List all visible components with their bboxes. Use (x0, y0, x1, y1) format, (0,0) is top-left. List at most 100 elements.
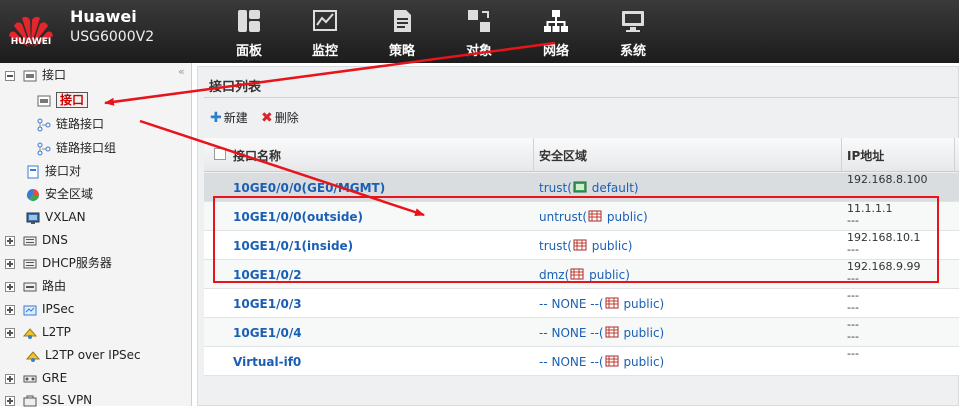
collapse-toggle-icon[interactable] (5, 70, 15, 81)
sidebar-item-label: SSL VPN (42, 393, 93, 407)
nav-dashboard[interactable]: 面板 (217, 8, 281, 60)
ip-address-cell: --- --- (847, 290, 859, 314)
sidebar-item-label: 安全区域 (45, 187, 94, 201)
interface-name-link[interactable]: 10GE1/0/3 (233, 297, 302, 311)
sidebar-item-ipsec[interactable]: IPSec (5, 298, 74, 321)
column-separator (841, 138, 842, 172)
column-header-interface-name[interactable]: 接口名称 (233, 147, 281, 164)
expand-toggle-icon[interactable] (5, 373, 15, 384)
nav-policy[interactable]: 策略 (370, 8, 434, 60)
vxlan-icon (26, 212, 40, 224)
nav-system[interactable]: 系统 (601, 8, 665, 60)
nav-label: 面板 (235, 44, 262, 59)
nav-label: 监控 (311, 44, 338, 59)
sidebar-item-l2tp-over-ipsec[interactable]: L2TP over IPSec (26, 344, 141, 367)
logo-text: HUAWEI (10, 37, 52, 47)
vsys-name: public) (619, 326, 665, 340)
sidebar-item-l2tp[interactable]: L2TP (5, 321, 71, 344)
expand-toggle-icon[interactable] (5, 304, 15, 315)
table-header: 接口名称 安全区域 IP地址 (204, 138, 959, 172)
table-row[interactable]: 10GE1/0/3 -- NONE --( public) --- --- (204, 289, 959, 318)
sidebar-item-vxlan[interactable]: VXLAN (26, 206, 86, 229)
sidebar-item-label: 接口对 (45, 164, 82, 178)
expand-toggle-icon[interactable] (5, 281, 15, 292)
security-zone-cell[interactable]: untrust( public) (539, 210, 648, 224)
security-zone-cell[interactable]: -- NONE --( public) (539, 355, 664, 369)
sidebar-item-security-zone[interactable]: 安全区域 (26, 183, 93, 206)
ip-line: 192.168.8.100 (847, 173, 928, 186)
zone-green-icon (573, 181, 587, 193)
security-zone-cell[interactable]: -- NONE --( public) (539, 326, 664, 340)
delete-icon: ✖ (261, 110, 273, 126)
interface-name-link[interactable]: 10GE1/0/2 (233, 268, 302, 282)
table-row[interactable]: 10GE0/0/0(GE0/MGMT) trust( default) 192.… (204, 173, 959, 202)
interface-name-link[interactable]: 10GE1/0/4 (233, 326, 302, 340)
sidebar-item-dhcp[interactable]: DHCP服务器 (5, 252, 112, 275)
column-header-ip-address[interactable]: IP地址 (847, 147, 884, 164)
vsys-name: public) (603, 210, 648, 224)
delete-button[interactable]: ✖ 删除 (261, 109, 299, 126)
zone-name: untrust( (539, 210, 588, 224)
select-all-checkbox[interactable] (214, 148, 226, 160)
ip-line: --- (847, 347, 859, 360)
sslvpn-icon (23, 395, 37, 406)
interface-name-link[interactable]: 10GE0/0/0(GE0/MGMT) (233, 181, 385, 195)
zone-name: -- NONE --( (539, 297, 604, 311)
link-group-icon (37, 142, 51, 155)
vsys-name: default) (587, 181, 639, 195)
interface-pair-icon (27, 165, 39, 178)
table-row[interactable]: 10GE1/0/4 -- NONE --( public) --- --- (204, 318, 959, 347)
expand-toggle-icon[interactable] (5, 258, 15, 269)
table-row[interactable]: Virtual-if0 -- NONE --( public) --- (204, 347, 959, 376)
zone-name: -- NONE --( (539, 355, 604, 369)
brand-name: Huawei (70, 7, 137, 26)
expand-toggle-icon[interactable] (5, 327, 15, 338)
interface-icon (23, 70, 37, 81)
sidebar-item-interface-group[interactable]: 接口 (5, 64, 66, 87)
ip-address-cell: --- (847, 348, 859, 360)
sidebar-collapse-button[interactable]: « (178, 65, 185, 78)
nav-label: 对象 (465, 44, 492, 59)
security-zone-icon (26, 188, 40, 201)
security-zone-cell[interactable]: -- NONE --( public) (539, 297, 664, 311)
nav-monitor[interactable]: 监控 (293, 8, 357, 60)
ip-address-cell: 192.168.8.100 (847, 174, 927, 186)
sidebar-item-ssl-vpn[interactable]: SSL VPN (5, 389, 92, 412)
l2tp-icon (23, 327, 37, 339)
dhcp-icon (23, 259, 37, 268)
column-separator (533, 138, 534, 172)
top-header: HUAWEI Huawei USG6000V2 面板 监控 策略 对象 网络 系… (0, 0, 959, 63)
sidebar-item-label: 链路接口组 (56, 141, 117, 155)
table-row[interactable]: 10GE1/0/1(inside) trust( public) 192.168… (204, 231, 959, 260)
ip-line: --- (847, 330, 859, 343)
sidebar-item-interface-pair[interactable]: 接口对 (26, 160, 81, 183)
sidebar-item-gre[interactable]: GRE (5, 367, 67, 390)
sidebar-item-interface[interactable]: 接口 (37, 89, 89, 112)
sidebar-item-link-interface-group[interactable]: 链路接口组 (37, 137, 116, 160)
interface-list-panel: 接口列表 ✚ 新建 ✖ 删除 接口名称 安全区域 IP地址 10GE0/0/0(GE… (197, 66, 959, 406)
expand-toggle-icon[interactable] (5, 395, 15, 406)
nav-label: 系统 (619, 44, 646, 59)
sidebar-item-link-interface[interactable]: 链路接口 (37, 113, 104, 136)
nav-object[interactable]: 对象 (447, 8, 511, 60)
security-zone-cell[interactable]: trust( public) (539, 239, 633, 253)
monitor-icon (313, 10, 337, 31)
expand-toggle-icon[interactable] (5, 235, 15, 246)
column-header-security-zone[interactable]: 安全区域 (539, 147, 587, 164)
table-row[interactable]: 10GE1/0/0(outside) untrust( public) 11.1… (204, 202, 959, 231)
sidebar-item-route[interactable]: 路由 (5, 275, 66, 298)
device-model: USG6000V2 (70, 29, 155, 45)
sidebar-item-label: 接口 (42, 68, 67, 82)
sidebar-item-dns[interactable]: DNS (5, 229, 68, 252)
nav-label: 网络 (542, 44, 569, 59)
interface-name-link[interactable]: 10GE1/0/1(inside) (233, 239, 353, 253)
ip-address-cell: 192.168.9.99 --- (847, 261, 920, 285)
table-row[interactable]: 10GE1/0/2 dmz( public) 192.168.9.99 --- (204, 260, 959, 289)
interface-name-link[interactable]: Virtual-if0 (233, 355, 301, 369)
vsys-name: public) (619, 355, 665, 369)
new-button[interactable]: ✚ 新建 (210, 109, 248, 126)
security-zone-cell[interactable]: trust( default) (539, 181, 639, 195)
nav-network[interactable]: 网络 (524, 8, 588, 60)
security-zone-cell[interactable]: dmz( public) (539, 268, 630, 282)
interface-name-link[interactable]: 10GE1/0/0(outside) (233, 210, 363, 224)
